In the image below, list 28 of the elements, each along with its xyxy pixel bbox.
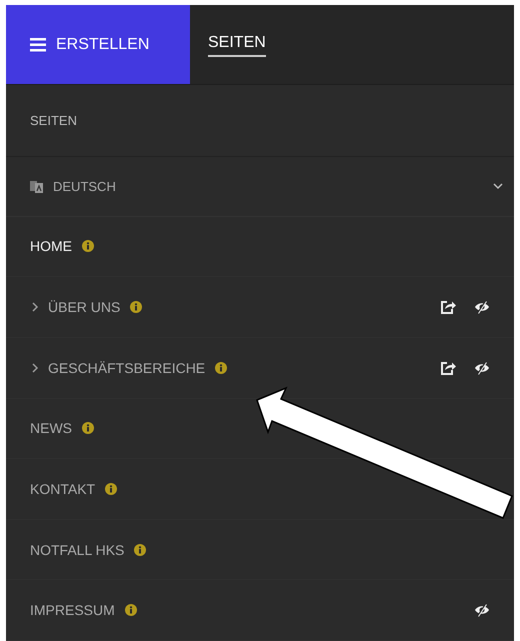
info-icon[interactable]: [82, 422, 94, 434]
translate-icon: [30, 180, 43, 193]
pages-tab[interactable]: SEITEN: [208, 32, 266, 58]
info-icon[interactable]: [105, 482, 118, 495]
info-icon[interactable]: [134, 544, 146, 556]
info-icon[interactable]: [130, 301, 142, 314]
chevron-right-icon[interactable]: [30, 362, 40, 374]
info-icon[interactable]: [124, 604, 137, 616]
page-item[interactable]: NOTFALL HKS: [30, 542, 124, 558]
hidden-eye-icon[interactable]: [474, 360, 490, 375]
section-title: SEITEN: [30, 113, 77, 128]
language-label: DEUTSCH: [53, 178, 117, 194]
language-selector[interactable]: DEUTSCH: [6, 157, 514, 217]
menu-icon: [30, 38, 46, 52]
chevron-right-icon[interactable]: [30, 301, 40, 314]
page-item[interactable]: KONTAKT: [30, 480, 96, 497]
page-item[interactable]: GESCHÄFTSBEREICHE: [48, 360, 206, 376]
page-item[interactable]: NEWS: [30, 420, 72, 436]
hidden-eye-icon[interactable]: [474, 603, 490, 618]
share-icon[interactable]: [440, 300, 456, 314]
hidden-eye-icon[interactable]: [474, 300, 490, 314]
create-menu-button[interactable]: ERSTELLEN: [6, 5, 190, 84]
page-item[interactable]: ÜBER UNS: [48, 299, 120, 316]
info-icon[interactable]: [215, 362, 228, 374]
info-icon[interactable]: [82, 240, 94, 252]
page-item[interactable]: IMPRESSUM: [30, 602, 115, 618]
page-item[interactable]: HOME: [30, 238, 72, 254]
share-icon[interactable]: [440, 360, 456, 375]
